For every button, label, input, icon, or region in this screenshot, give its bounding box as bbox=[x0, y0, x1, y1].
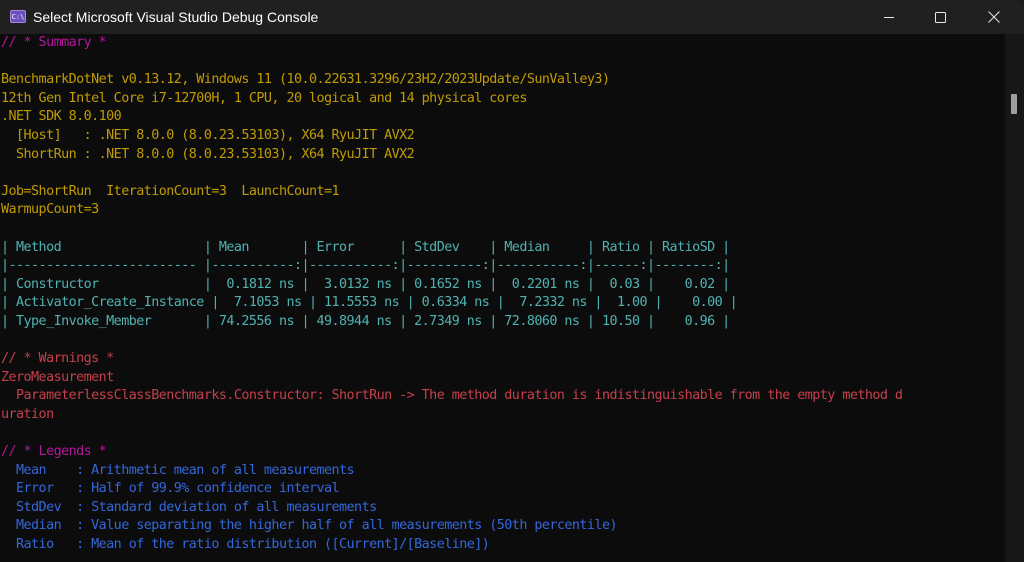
environment-line: .NET SDK 8.0.100 bbox=[1, 109, 122, 125]
summary-header: // * Summary * bbox=[1, 35, 107, 50]
table-header: | Method | Mean | Error | StdDev | Media… bbox=[1, 239, 730, 255]
job-line: Job=ShortRun IterationCount=3 LaunchCoun… bbox=[1, 183, 340, 199]
legends-header: // * Legends * bbox=[1, 444, 107, 460]
maximize-icon bbox=[934, 11, 946, 23]
table-separator: |------------------------- |-----------:… bbox=[1, 258, 730, 274]
warnings-header: // * Warnings * bbox=[1, 351, 114, 367]
table-row: | Type_Invoke_Member | 74.2556 ns | 49.8… bbox=[1, 313, 730, 329]
legend-line: Mean : Arithmetic mean of all measuremen… bbox=[1, 462, 355, 478]
vertical-scrollbar[interactable] bbox=[1005, 34, 1024, 562]
environment-line: ShortRun : .NET 8.0.0 (8.0.23.53103), X6… bbox=[1, 146, 415, 162]
console-text: // * Summary * BenchmarkDotNet v0.13.12,… bbox=[0, 34, 1005, 555]
warning-line: ParameterlessClassBenchmarks.Constructor… bbox=[1, 388, 903, 404]
minimize-icon bbox=[883, 16, 894, 18]
legend-line: StdDev : Standard deviation of all measu… bbox=[1, 499, 377, 515]
console-app-icon: C:\ bbox=[10, 10, 26, 23]
title-bar[interactable]: C:\ Select Microsoft Visual Studio Debug… bbox=[0, 0, 1024, 34]
legend-line: Error : Half of 99.9% confidence interva… bbox=[1, 481, 340, 497]
scrollbar-thumb[interactable] bbox=[1011, 94, 1017, 114]
warning-line: ZeroMeasurement bbox=[1, 369, 114, 385]
environment-line: BenchmarkDotNet v0.13.12, Windows 11 (10… bbox=[1, 72, 610, 88]
warning-line: uration bbox=[1, 406, 54, 422]
maximize-button[interactable] bbox=[917, 0, 963, 34]
console-output[interactable]: // * Summary * BenchmarkDotNet v0.13.12,… bbox=[0, 34, 1005, 562]
environment-line: 12th Gen Intel Core i7-12700H, 1 CPU, 20… bbox=[1, 90, 527, 106]
environment-line: [Host] : .NET 8.0.0 (8.0.23.53103), X64 … bbox=[1, 127, 415, 143]
console-window: C:\ Select Microsoft Visual Studio Debug… bbox=[0, 0, 1024, 562]
window-title: Select Microsoft Visual Studio Debug Con… bbox=[33, 9, 319, 25]
table-row: | Activator_Create_Instance | 7.1053 ns … bbox=[1, 295, 738, 311]
close-icon bbox=[988, 11, 1000, 23]
close-button[interactable] bbox=[971, 0, 1017, 34]
legend-line: Median : Value separating the higher hal… bbox=[1, 518, 618, 534]
table-row: | Constructor | 0.1812 ns | 3.0132 ns | … bbox=[1, 276, 730, 292]
minimize-button[interactable] bbox=[866, 0, 912, 34]
job-line: WarmupCount=3 bbox=[1, 202, 99, 218]
legend-line: Ratio : Mean of the ratio distribution (… bbox=[1, 537, 490, 553]
